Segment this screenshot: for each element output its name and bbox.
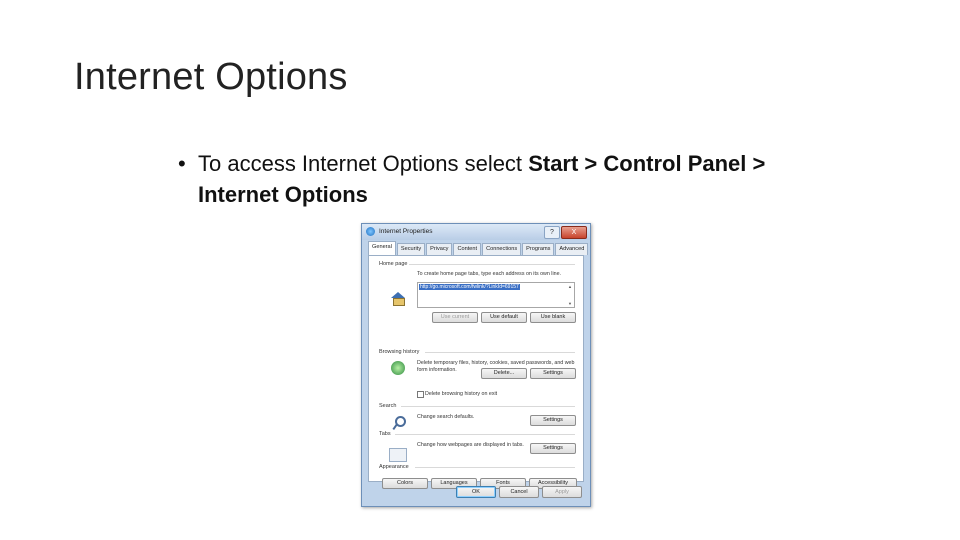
- group-divider: [401, 406, 575, 407]
- use-current-button[interactable]: Use current: [432, 312, 478, 323]
- bullet-point: • To access Internet Options select Star…: [178, 148, 778, 210]
- colors-button[interactable]: Colors: [382, 478, 428, 489]
- general-tab-panel: Home page To create home page tabs, type…: [368, 255, 584, 489]
- group-divider: [395, 434, 575, 435]
- ok-button[interactable]: OK: [456, 486, 496, 498]
- history-settings-button[interactable]: Settings: [530, 368, 576, 379]
- delete-on-exit-label: Delete browsing history on exit: [425, 391, 498, 397]
- tab-programs[interactable]: Programs: [522, 243, 555, 255]
- home-page-url: http://go.microsoft.com/fwlink/?LinkId=6…: [419, 284, 520, 290]
- cancel-button[interactable]: Cancel: [499, 486, 539, 498]
- slide-title: Internet Options: [74, 56, 348, 98]
- tab-general[interactable]: General: [368, 241, 396, 255]
- tab-security[interactable]: Security: [396, 243, 426, 255]
- dialog-title: Internet Properties: [379, 228, 433, 235]
- search-description: Change search defaults.: [417, 414, 475, 420]
- dialog-tabs: General Security Privacy Content Connect…: [368, 241, 589, 255]
- group-divider: [409, 264, 575, 265]
- close-button[interactable]: X: [561, 226, 587, 239]
- group-divider: [415, 467, 575, 468]
- apply-button[interactable]: Apply: [542, 486, 582, 498]
- use-blank-button[interactable]: Use blank: [530, 312, 576, 323]
- dialog-titlebar[interactable]: Internet Properties ? X: [362, 224, 590, 240]
- help-button[interactable]: ?: [544, 226, 560, 239]
- tab-connections[interactable]: Connections: [482, 243, 522, 255]
- appearance-label: Appearance: [379, 464, 409, 470]
- search-settings-button[interactable]: Settings: [530, 415, 576, 426]
- scroll-up-icon[interactable]: ▲: [568, 284, 572, 289]
- search-icon: [392, 416, 406, 431]
- tab-advanced[interactable]: Advanced: [555, 243, 589, 255]
- tab-content[interactable]: Content: [453, 243, 482, 255]
- tabs-section-label: Tabs: [379, 431, 391, 437]
- home-page-instruction: To create home page tabs, type each addr…: [417, 271, 561, 277]
- group-divider: [425, 352, 575, 353]
- tabs-icon: [389, 448, 407, 462]
- bullet-text: To access Internet Options select Start …: [198, 148, 778, 210]
- home-page-url-input[interactable]: http://go.microsoft.com/fwlink/?LinkId=6…: [417, 282, 575, 308]
- tab-privacy[interactable]: Privacy: [426, 243, 453, 255]
- browsing-history-label: Browsing history: [379, 349, 420, 355]
- home-icon: [391, 292, 405, 306]
- internet-properties-dialog: Internet Properties ? X General Security…: [361, 223, 591, 507]
- delete-button[interactable]: Delete...: [481, 368, 527, 379]
- bullet-dot: •: [178, 151, 186, 176]
- bullet-prefix: To access Internet Options select: [198, 151, 523, 176]
- internet-explorer-icon: [366, 227, 375, 236]
- home-page-label: Home page: [379, 261, 408, 267]
- browsing-history-icon: [391, 361, 405, 375]
- scroll-down-icon[interactable]: ▼: [568, 301, 572, 306]
- search-label: Search: [379, 403, 397, 409]
- tabs-description: Change how webpages are displayed in tab…: [417, 442, 524, 448]
- delete-on-exit-checkbox[interactable]: [417, 391, 424, 398]
- tabs-settings-button[interactable]: Settings: [530, 443, 576, 454]
- use-default-button[interactable]: Use default: [481, 312, 527, 323]
